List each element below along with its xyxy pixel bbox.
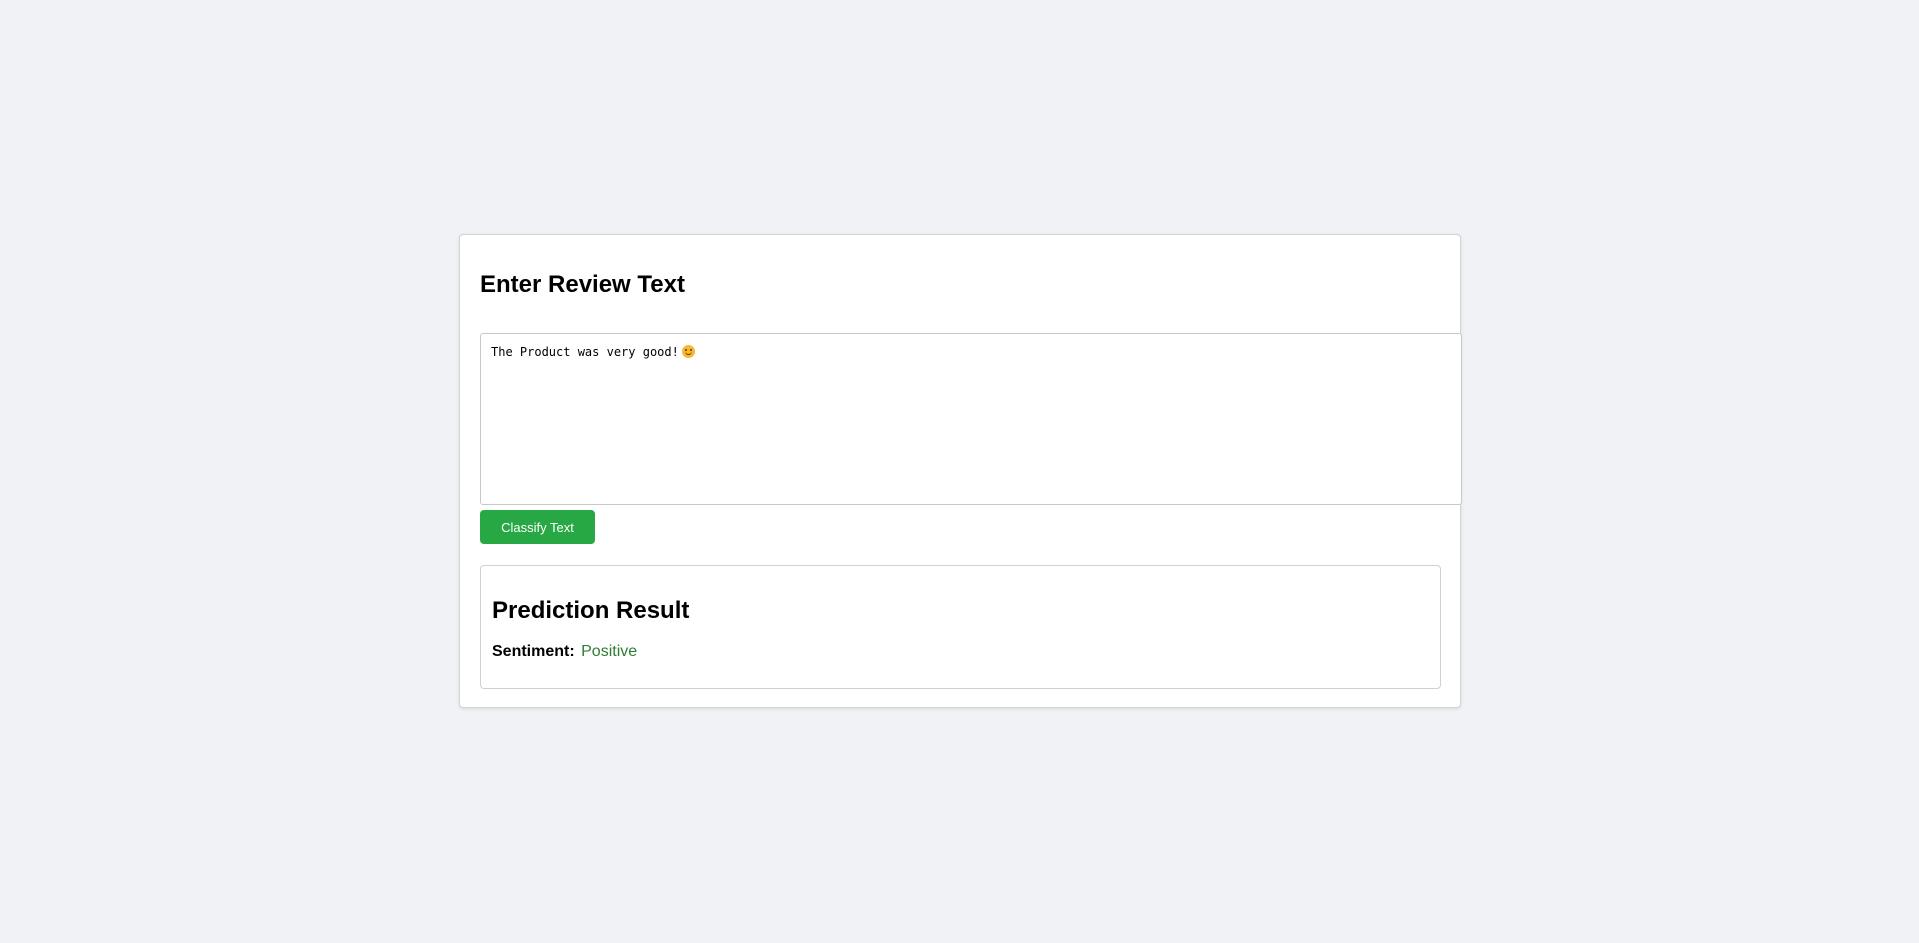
- result-title: Prediction Result: [492, 597, 690, 624]
- review-card: Enter Review Text The Product was very g…: [459, 234, 1462, 708]
- smiling-face-icon: [681, 345, 695, 358]
- classify-button[interactable]: Classify Text: [480, 510, 595, 544]
- review-text-input[interactable]: The Product was very good!: [480, 333, 1462, 505]
- sentiment-value: Positive: [581, 643, 638, 660]
- sentiment-row: Sentiment: Positive: [492, 644, 637, 660]
- page-title: Enter Review Text: [480, 271, 685, 298]
- review-text-value: The Product was very good!: [491, 345, 679, 359]
- sentiment-label: Sentiment:: [492, 643, 575, 660]
- prediction-result-panel: Prediction Result Sentiment: Positive: [480, 565, 1441, 689]
